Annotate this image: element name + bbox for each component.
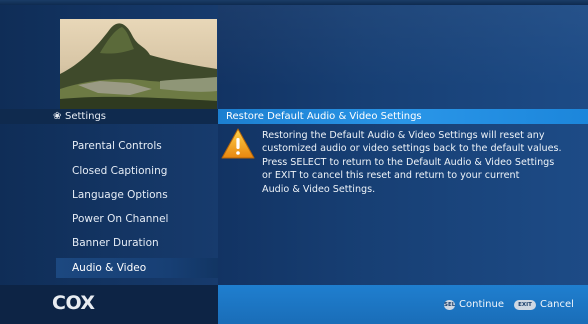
menu-item-audio-video[interactable]: Audio & Video [56,258,218,278]
exit-key-icon: EXIT [514,300,536,310]
section-title: Settings [65,111,107,122]
continue-button[interactable]: SEL Continue [444,298,504,312]
warning-icon [220,127,256,161]
dialog-message: Restoring the Default Audio & Video Sett… [262,130,562,195]
select-key-icon: SEL [444,300,456,310]
menu-item-closed-captioning[interactable]: Closed Captioning [56,161,218,181]
menu-item-language-options[interactable]: Language Options [56,185,218,205]
section-thumbnail-image [60,19,217,109]
menu-item-power-on-channel[interactable]: Power On Channel [56,209,218,229]
menu-item-banner-duration[interactable]: Banner Duration [56,233,218,253]
cancel-label: Cancel [540,299,574,310]
menu-item-parental-controls[interactable]: Parental Controls [56,136,218,156]
footer-left [0,285,218,324]
settings-screen: ❀ Settings Parental Controls Closed Capt… [0,0,588,324]
continue-label: Continue [459,299,504,310]
cancel-button[interactable]: EXIT Cancel [514,298,574,312]
section-header: ❀ Settings [0,109,218,124]
settings-menu: Parental Controls Closed Captioning Lang… [56,128,218,278]
dialog-title: Restore Default Audio & Video Settings [218,109,588,124]
cox-logo: COX [52,292,95,314]
wrench-icon: ❀ [53,111,62,122]
